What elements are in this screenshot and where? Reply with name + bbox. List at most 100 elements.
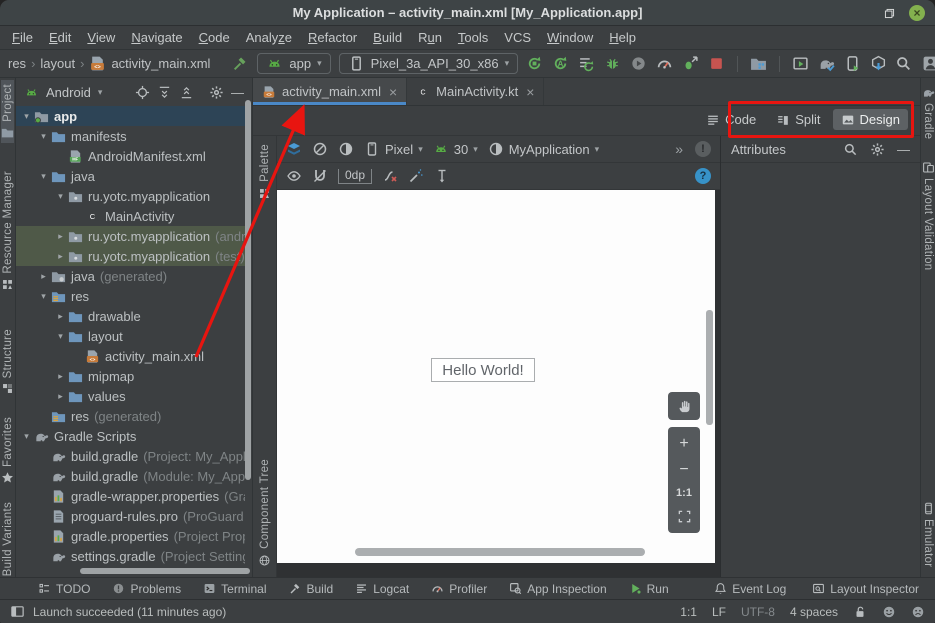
component-tree-tab[interactable]: Component Tree [258,459,271,567]
view-options-eye-icon[interactable] [286,168,302,184]
chevron-down-icon[interactable]: ▾ [54,331,67,342]
device-in-editor-selector[interactable]: Pixel ▾ [364,141,423,157]
design-surface-icon[interactable] [286,141,302,157]
tool-event-log[interactable]: Event Log [714,582,786,596]
avd-manager-icon[interactable] [844,55,861,72]
menu-window[interactable]: Window [539,28,601,47]
debug-icon[interactable] [604,55,621,72]
device-canvas[interactable]: Hello World! [277,190,715,563]
sidebar-item-layout-validation[interactable]: Layout Validation [922,157,935,274]
tree-row[interactable]: AndroidManifest.xml [16,146,245,166]
menu-view[interactable]: View [79,28,123,47]
sidebar-item-resource-manager[interactable]: Resource Manager [1,167,14,295]
close-icon[interactable]: × [389,85,397,99]
profiler-icon[interactable] [656,55,673,72]
mode-split[interactable]: Split [768,109,828,130]
tool-layout-inspector[interactable]: Layout Inspector [812,582,919,596]
toolbar-overflow-icon[interactable]: » [675,141,683,157]
tree-row[interactable]: ▸java(generated) [16,266,245,286]
zoom-to-fit-icon[interactable] [677,509,692,524]
breadcrumb-res[interactable]: res [8,56,26,71]
menu-analyze[interactable]: Analyze [238,28,300,47]
tool-terminal[interactable]: Terminal [203,582,266,596]
errors-badge[interactable]: ! [695,141,711,157]
tree-row[interactable]: res(generated) [16,406,245,426]
project-horizontal-scrollbar[interactable] [80,568,250,574]
locate-file-icon[interactable] [135,85,150,100]
chevron-down-icon[interactable]: ▾ [37,131,50,142]
apply-code-changes-icon[interactable] [552,55,569,72]
tool-todo[interactable]: TODO [38,582,90,596]
tree-row[interactable]: ▾Gradle Scripts [16,426,245,446]
status-lf[interactable]: LF [712,605,726,619]
tool-run[interactable]: Run [629,582,669,596]
default-margin-selector[interactable]: 0dp [338,169,372,184]
canvas-horizontal-scrollbar[interactable] [355,548,645,556]
api-level-selector[interactable]: 30 ▾ [433,141,478,157]
collapse-all-icon[interactable] [179,85,194,100]
tree-row[interactable]: proguard-rules.pro(ProGuard Rules for "a… [16,506,245,526]
chevron-down-icon[interactable]: ▾ [20,431,33,442]
sidebar-item-emulator[interactable]: Emulator [922,498,935,571]
hide-panel-icon[interactable]: — [231,86,244,99]
tree-row[interactable]: build.gradle(Module: My_Application.app) [16,466,245,486]
tool-build[interactable]: Build [289,582,334,596]
chevron-right-icon[interactable]: ▸ [37,271,50,282]
menu-tools[interactable]: Tools [450,28,496,47]
project-vertical-scrollbar[interactable] [245,100,251,480]
mode-design[interactable]: Design [833,109,908,130]
clear-constraints-icon[interactable] [382,168,398,184]
sad-face-icon[interactable] [911,605,925,619]
tree-row[interactable]: local.properties(SDK Location) [16,566,245,567]
chevron-right-icon[interactable]: ▸ [54,251,67,262]
tree-row[interactable]: MainActivity [16,206,245,226]
chevron-right-icon[interactable]: ▸ [54,231,67,242]
title-bar[interactable]: My Application – activity_main.xml [My_A… [0,0,935,26]
tree-row[interactable]: ▸ru.yotc.myapplication(androidTest) [16,226,245,246]
chevron-down-icon[interactable]: ▾ [37,171,50,182]
zoom-actual-button[interactable]: 1:1 [676,487,692,499]
search-everywhere-icon[interactable] [895,55,912,72]
build-hammer-icon[interactable] [232,55,249,72]
tree-row[interactable]: ▸drawable [16,306,245,326]
menu-file[interactable]: File [4,28,41,47]
tree-row[interactable]: ▾java [16,166,245,186]
menu-navigate[interactable]: Navigate [123,28,190,47]
pan-tool-button[interactable] [668,392,700,420]
mode-code[interactable]: Code [698,109,764,130]
breadcrumb-activity-main-xml[interactable]: activity_main.xml [111,56,210,71]
tool-problems[interactable]: Problems [112,582,181,596]
device-selector[interactable]: Pixel_3a_API_30_x86 ▾ [339,53,518,74]
tree-row[interactable]: gradle.properties(Project Properties) [16,526,245,546]
menu-refactor[interactable]: Refactor [300,28,365,47]
apply-changes-icon[interactable] [526,55,543,72]
expand-all-icon[interactable] [157,85,172,100]
tab-activity-main-xml[interactable]: activity_main.xml× [253,78,407,105]
tool-app-inspection[interactable]: App Inspection [509,582,606,596]
tree-row[interactable]: ▸ru.yotc.myapplication(test) [16,246,245,266]
lock-icon[interactable] [853,605,867,619]
zoom-in-button[interactable]: + [679,436,688,452]
canvas-vertical-scrollbar[interactable] [706,310,713,425]
tree-row[interactable]: settings.gradle(Project Settings) [16,546,245,566]
chevron-down-icon[interactable]: ▾ [54,191,67,202]
tree-row[interactable]: ▾app [16,106,245,126]
tree-row[interactable]: ▸mipmap [16,366,245,386]
tree-row[interactable]: ▾layout [16,326,245,346]
sidebar-item-favorites[interactable]: Favorites [1,413,14,488]
palette-tab[interactable]: Palette [258,144,271,200]
tool-profiler[interactable]: Profiler [431,582,487,596]
search-icon[interactable] [843,142,858,157]
tool-logcat[interactable]: Logcat [355,582,409,596]
tree-row[interactable]: activity_main.xml [16,346,245,366]
menu-run[interactable]: Run [410,28,450,47]
orientation-icon[interactable] [312,141,328,157]
toggle-tool-windows-icon[interactable] [10,604,25,619]
breadcrumb-layout[interactable]: layout [40,56,75,71]
project-structure-icon[interactable] [750,55,767,72]
menu-vcs[interactable]: VCS [496,28,539,47]
chevron-down-icon[interactable]: ▾ [37,291,50,302]
autoconnect-magnet-icon[interactable] [312,168,328,184]
tab-mainactivity-kt[interactable]: MainActivity.kt× [407,78,544,105]
tree-row[interactable]: ▾manifests [16,126,245,146]
